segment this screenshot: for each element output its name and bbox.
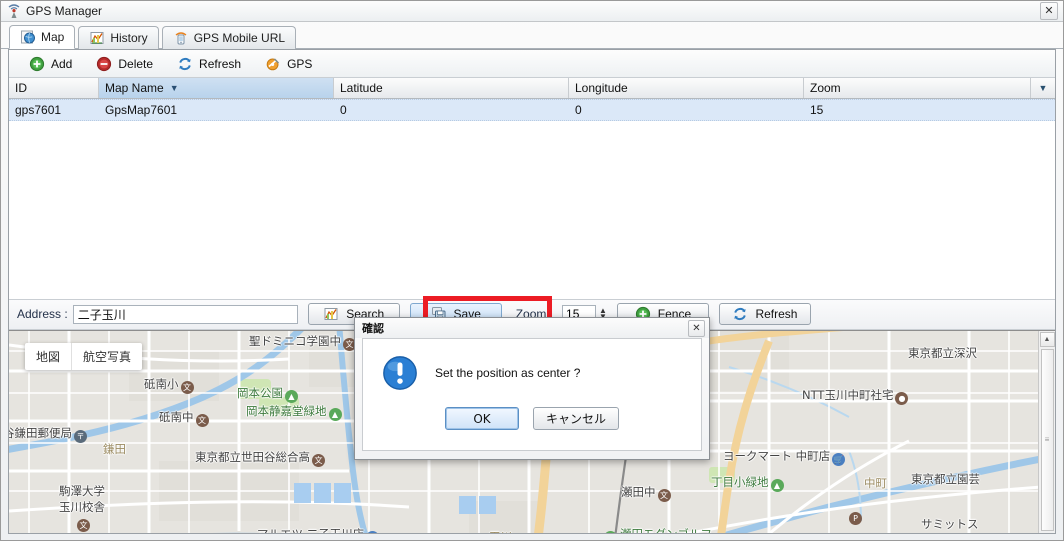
window-title: GPS Manager xyxy=(26,4,103,18)
map-label: 東京都立世田谷総合高文 xyxy=(195,449,325,467)
gps-antenna-icon xyxy=(8,4,20,18)
chart-icon xyxy=(90,32,104,44)
sort-descending-icon: ▼ xyxy=(169,83,179,93)
dialog-message: Set the position as center ? xyxy=(435,366,581,380)
tab-history[interactable]: History xyxy=(78,26,159,49)
cell-zoom: 15 xyxy=(810,103,824,117)
close-icon[interactable]: ✕ xyxy=(1040,2,1058,20)
grid-header-row: ID Map Name ▼ Latitude Longitude Zoom ▼ xyxy=(9,78,1055,99)
dialog-message-row: Set the position as center ? xyxy=(363,339,701,407)
map-type-satellite[interactable]: 航空写真 xyxy=(71,342,142,370)
tab-label: Map xyxy=(41,30,65,44)
column-header-longitude[interactable]: Longitude xyxy=(569,78,804,98)
column-label: ID xyxy=(15,81,27,95)
map-type-map[interactable]: 地図 xyxy=(25,343,71,370)
dialog-title: 確認 xyxy=(362,322,384,335)
tab-label: GPS Mobile URL xyxy=(193,31,286,45)
grid-toolbar: Add Delete Refresh GPS xyxy=(9,50,1055,78)
map-label: 鎌田 xyxy=(103,441,126,456)
map-label: サミットス xyxy=(921,516,979,531)
column-header-zoom[interactable]: Zoom xyxy=(804,78,1031,98)
refresh-button[interactable]: Refresh xyxy=(167,52,251,76)
main-panel: Add Delete Refresh GPS ID Map Name ▼ Lat… xyxy=(8,49,1056,534)
add-circle-icon xyxy=(29,56,45,71)
tab-map[interactable]: Map xyxy=(9,25,76,49)
gps-manager-window: GPS Manager ✕ Map History GPS Mobile URL… xyxy=(0,0,1064,541)
map-label: 玉川 xyxy=(489,529,512,534)
map-label: 玉川校舎 xyxy=(59,499,105,514)
map-label: 岡本公園 ▲ xyxy=(237,385,298,403)
parking-marker: P xyxy=(847,508,862,525)
column-label: Latitude xyxy=(340,81,383,95)
window-title-bar: GPS Manager ✕ xyxy=(1,1,1063,22)
dialog-body: Set the position as center ? OK キャンセル xyxy=(362,338,702,451)
add-label: Add xyxy=(51,56,73,71)
delete-button[interactable]: Delete xyxy=(86,52,163,76)
map-label: 砥南小文 xyxy=(144,376,194,394)
refresh-icon xyxy=(179,57,191,70)
gps-button[interactable]: GPS xyxy=(255,52,322,76)
map-label: 東京都立深沢 xyxy=(908,345,977,360)
column-header-id[interactable]: ID xyxy=(9,78,99,98)
add-button[interactable]: Add xyxy=(19,52,82,76)
column-label: Map Name xyxy=(105,81,164,95)
map-icon xyxy=(21,30,35,44)
map-grid: ID Map Name ▼ Latitude Longitude Zoom ▼ xyxy=(9,78,1055,299)
map-refresh-button[interactable]: Refresh xyxy=(718,303,811,325)
cancel-button[interactable]: キャンセル xyxy=(532,407,619,430)
map-label: マルエツ 二子玉川店🛒 xyxy=(257,526,380,533)
exclamation-icon xyxy=(383,356,417,390)
delete-circle-icon xyxy=(97,56,112,71)
dialog-close-icon[interactable]: ✕ xyxy=(688,319,705,337)
dialog-title-bar: 確認 ✕ xyxy=(355,318,709,338)
cell-latitude: 0 xyxy=(340,103,347,117)
map-label: NTT玉川中町社宅 ● xyxy=(802,387,909,405)
map-label: ヨークマート 中町店 🛒 xyxy=(723,448,846,466)
chevron-down-icon[interactable]: ▼ xyxy=(1031,78,1055,98)
gps-label: GPS xyxy=(287,56,313,71)
gps-icon xyxy=(266,57,280,70)
scrollbar-grip-icon: ≡ xyxy=(1044,435,1050,445)
map-label: 砥南中文 xyxy=(159,409,209,427)
column-label: Zoom xyxy=(810,81,841,95)
tab-strip: Map History GPS Mobile URL xyxy=(1,22,1063,49)
tab-gps-mobile-url[interactable]: GPS Mobile URL xyxy=(161,26,297,49)
map-type-switcher[interactable]: 地図 航空写真 xyxy=(25,342,143,370)
map-label: 聖ドミニコ学園中文 xyxy=(249,333,356,351)
map-label: 駒澤大学 xyxy=(59,483,105,498)
mobile-icon xyxy=(175,32,187,45)
scroll-up-icon[interactable]: ▲ xyxy=(1039,331,1055,347)
map-label: 岡本静嘉堂緑地 ▲ xyxy=(246,403,342,421)
map-refresh-label: Refresh xyxy=(755,307,798,321)
map-label-marker: 文 xyxy=(75,515,90,532)
cell-map-name: GpsMap7601 xyxy=(105,103,178,117)
confirm-dialog: 確認 ✕ Set the position as center ? OK キャン… xyxy=(354,317,710,460)
map-label: 谷鎌田郵便局〒 xyxy=(9,425,87,443)
map-label: 中町 xyxy=(864,475,887,490)
cell-longitude: 0 xyxy=(575,103,582,117)
column-label: Longitude xyxy=(575,81,628,95)
table-row[interactable]: gps7601 GpsMap7601 0 0 15 xyxy=(9,99,1055,121)
grid-empty-area xyxy=(9,121,1055,299)
column-header-map-name[interactable]: Map Name ▼ xyxy=(99,78,334,98)
map-label: 東京都立園芸 xyxy=(911,471,980,486)
dialog-buttons: OK キャンセル xyxy=(363,407,701,450)
search-map-icon xyxy=(324,308,338,320)
tab-label: History xyxy=(110,31,148,45)
ok-button[interactable]: OK xyxy=(444,407,519,430)
map-label: 丁目小緑地 ▲ xyxy=(711,474,784,492)
address-input[interactable] xyxy=(72,304,298,324)
scrollbar-thumb[interactable]: ≡ xyxy=(1040,348,1054,531)
column-header-latitude[interactable]: Latitude xyxy=(334,78,569,98)
delete-label: Delete xyxy=(118,56,154,71)
map-label: ⛳瀬田モダンゴルフ xyxy=(604,526,712,533)
refresh-label: Refresh xyxy=(199,56,242,71)
cell-id: gps7601 xyxy=(15,103,62,117)
address-label: Address : xyxy=(17,307,68,321)
map-vertical-scrollbar[interactable]: ▲ ≡ xyxy=(1038,330,1055,533)
map-label: 瀬田中文 xyxy=(621,484,671,502)
refresh-icon xyxy=(734,307,747,321)
